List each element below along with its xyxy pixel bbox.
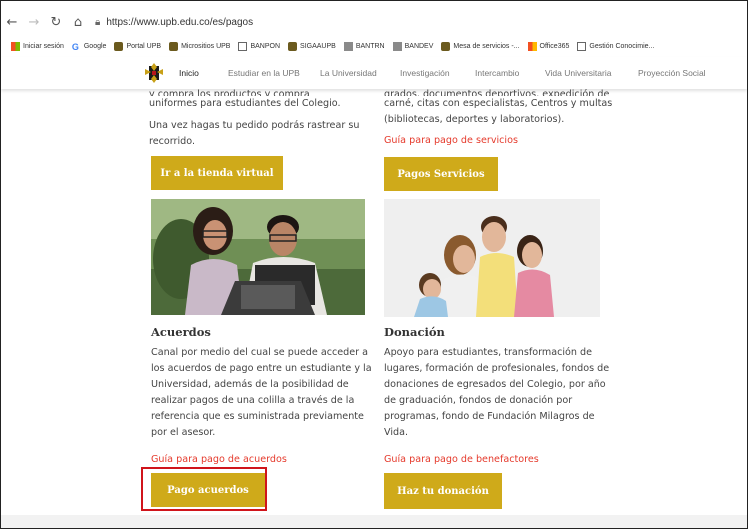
highlight-box (141, 467, 267, 511)
acuerdos-line-5: referencia que es suministrada previamen… (151, 411, 364, 422)
donacion-line-6: Vida. (384, 427, 409, 438)
acuerdos-line-6: por el asesor. (151, 427, 216, 438)
donacion-line-3: donaciones de egresados del Colegio, por… (384, 379, 606, 390)
back-arrow-icon[interactable]: ← (1, 15, 23, 30)
acuerdos-description: Canal por medio del cual se puede accede… (151, 345, 381, 441)
bookmark-item[interactable]: Office365 (527, 41, 570, 51)
bookmark-item[interactable]: SIGAAUPB (288, 41, 336, 51)
acuerdos-line-2: los acuerdos de pago entre un estudiante… (151, 363, 372, 374)
acuerdos-line-3: Universidad, además de la posibilidad de (151, 379, 349, 390)
bookmark-label: Portal UPB (126, 42, 162, 50)
page-content: y compra los productos y compra uniforme… (1, 89, 747, 515)
bookmark-item[interactable]: BANDEV (392, 41, 434, 51)
bookmark-label: BANDEV (404, 42, 434, 50)
tienda-line-2: Una vez hagas tu pedido podrás rastrear … (149, 120, 360, 131)
upb-icon (441, 41, 451, 51)
bookmark-label: Gestión Conocimie... (589, 42, 655, 50)
nav-inicio[interactable]: Inicio (179, 68, 199, 78)
bookmark-item[interactable]: BANTRN (343, 41, 385, 51)
bookmark-label: Mesa de servicios -... (453, 42, 520, 50)
home-icon[interactable]: ⌂ (67, 15, 89, 30)
donacion-line-4: de graduación, fondos de donación por (384, 395, 573, 406)
servicios-description: grados, documentos deportivos, expedició… (384, 87, 634, 128)
forward-arrow-icon[interactable]: → (23, 15, 45, 30)
guia-benefactores-link[interactable]: Guía para pago de benefactores (384, 452, 539, 468)
servicios-line-1: carné, citas con especialistas, Centros … (384, 98, 613, 109)
nav-estudiar[interactable]: Estudiar en la UPB (228, 68, 300, 78)
lock-icon: 🔒︎ (95, 16, 101, 28)
bookmark-label: Micrositios UPB (181, 42, 231, 50)
family-image (384, 199, 600, 317)
bookmark-item[interactable]: Micrositios UPB (169, 41, 231, 51)
tienda-virtual-button[interactable]: Ir a la tienda virtual (151, 156, 283, 190)
bookmark-label: Iniciar sesión (23, 42, 64, 50)
page-icon (238, 41, 248, 51)
nav-intercambio[interactable]: Intercambio (475, 68, 519, 78)
bookmark-item[interactable]: Portal UPB (114, 41, 162, 51)
bookmark-item[interactable]: BANPON (238, 41, 281, 51)
site-navigation: Inicio Estudiar en la UPB La Universidad… (1, 57, 747, 89)
bookmark-label: BANTRN (355, 42, 385, 50)
nav-vida-universitaria[interactable]: Vida Universitaria (545, 68, 611, 78)
tienda-description: y compra los productos y compra uniforme… (149, 87, 389, 150)
bookmark-item[interactable]: Mesa de servicios -... (441, 41, 520, 51)
donacion-line-5: programas, fondo de Fundación Milagros d… (384, 411, 595, 422)
upb-icon (288, 41, 298, 51)
bookmark-item[interactable]: Iniciar sesión (11, 41, 64, 51)
address-bar[interactable]: 🔒︎ https://www.upb.edu.co/es/pagos (95, 17, 253, 28)
donacion-description: Apoyo para estudiantes, transformación d… (384, 345, 624, 441)
url-text[interactable]: https://www.upb.edu.co/es/pagos (106, 17, 253, 28)
bookmark-item[interactable]: Gestión Conocimie... (577, 41, 655, 51)
nav-universidad[interactable]: La Universidad (320, 68, 377, 78)
students-laptop-image (151, 199, 365, 315)
bookmarks-bar: Iniciar sesión G Google Portal UPB Micrositi… (1, 36, 747, 56)
donacion-line-2: lugares, formación de profesionales, fon… (384, 363, 610, 374)
upb-icon (114, 41, 124, 51)
tienda-line-1: uniformes para estudiantes del Colegio. (149, 98, 341, 109)
bookmark-label: BANPON (250, 42, 281, 50)
acuerdos-title: Acuerdos (151, 325, 211, 339)
donacion-photo (384, 199, 600, 317)
bookmark-label: Office365 (539, 42, 570, 50)
microsoft-icon (11, 41, 20, 51)
acuerdos-line-4: realizar pagos de una colilla a través d… (151, 395, 355, 406)
google-icon: G (71, 41, 79, 52)
bookmark-item[interactable]: G Google (71, 41, 107, 52)
guia-acuerdos-link[interactable]: Guía para pago de acuerdos (151, 452, 287, 468)
bank-icon (343, 41, 353, 51)
guia-servicios-link[interactable]: Guía para pago de servicios (384, 133, 518, 149)
nav-investigacion[interactable]: Investigación (400, 68, 450, 78)
office-icon (527, 41, 537, 51)
acuerdos-line-1: Canal por medio del cual se puede accede… (151, 347, 369, 358)
bookmark-label: Google (83, 42, 107, 50)
haz-tu-donacion-button[interactable]: Haz tu donación (384, 473, 502, 509)
bookmark-label: SIGAAUPB (300, 42, 336, 50)
footer-strip (1, 515, 747, 528)
reload-icon[interactable]: ↻ (45, 15, 67, 30)
donacion-title: Donación (384, 325, 445, 339)
browser-toolbar: ← → ↻ ⌂ 🔒︎ https://www.upb.edu.co/es/pag… (1, 9, 747, 35)
tienda-line-3: recorrido. (149, 136, 196, 147)
servicios-line-2: (bibliotecas, deportes y laboratorios). (384, 114, 565, 125)
acuerdos-photo (151, 199, 365, 315)
donacion-line-1: Apoyo para estudiantes, transformación d… (384, 347, 593, 358)
upb-icon (169, 41, 179, 51)
bank-icon (392, 41, 402, 51)
pagos-servicios-button[interactable]: Pagos Servicios (384, 157, 498, 191)
upb-logo-icon[interactable] (145, 63, 163, 83)
nav-proyeccion-social[interactable]: Proyección Social (638, 68, 706, 78)
page-icon (577, 41, 587, 51)
